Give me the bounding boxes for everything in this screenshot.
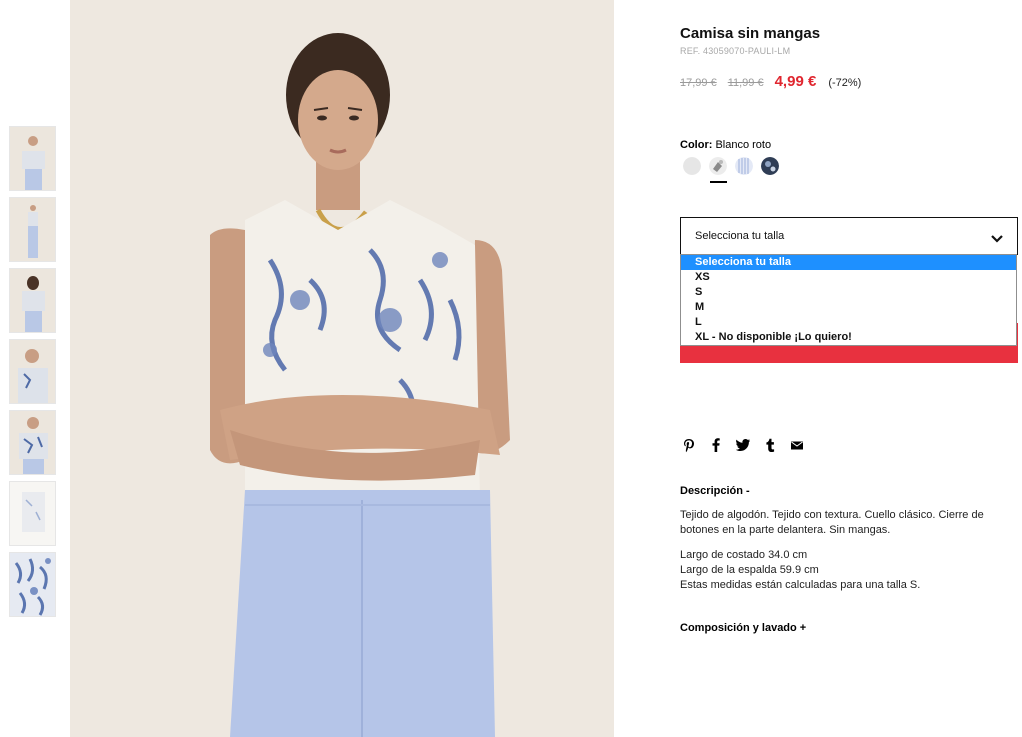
swatch-light-grey[interactable] — [683, 157, 701, 175]
tumblr-icon[interactable] — [762, 437, 778, 453]
size-dropdown-list: Selecciona tu talla XS S M L XL - No dis… — [680, 254, 1017, 346]
previous-price: 11,99 € — [727, 77, 764, 89]
size-select-value: Selecciona tu talla — [695, 230, 785, 242]
email-icon[interactable] — [789, 437, 805, 453]
product-main-image[interactable] — [70, 0, 614, 737]
size-select[interactable]: Selecciona tu talla — [680, 217, 1018, 255]
original-price: 17,99 € — [680, 77, 717, 89]
color-label-row: Color: Blanco roto — [680, 139, 771, 151]
facebook-icon[interactable] — [708, 437, 724, 453]
description-text: Tejido de algodón. Tejido con textura. C… — [680, 509, 984, 536]
thumbnail-6[interactable] — [9, 481, 56, 546]
twitter-icon[interactable] — [735, 437, 751, 453]
measure-back-length: Largo de la espalda 59.9 cm — [680, 564, 819, 576]
chevron-down-icon — [991, 231, 1003, 249]
size-option-xl[interactable]: XL - No disponible ¡Lo quiero! — [681, 330, 1016, 345]
thumbnail-4[interactable] — [9, 339, 56, 404]
color-swatches — [683, 157, 787, 175]
size-option-xs[interactable]: XS — [681, 270, 1016, 285]
thumbnail-3[interactable] — [9, 268, 56, 333]
product-reference: REF. 43059070-PAULI-LM — [680, 46, 791, 56]
swatch-floral-print[interactable] — [709, 157, 727, 175]
swatch-navy-floral[interactable] — [761, 157, 779, 175]
thumbnail-list — [9, 126, 56, 623]
product-title: Camisa sin mangas — [680, 25, 821, 42]
price-row: 17,99 € 11,99 € 4,99 € (-72%) — [680, 73, 861, 90]
composition-toggle[interactable]: Composición y lavado + — [680, 622, 806, 634]
size-option-placeholder[interactable]: Selecciona tu talla — [681, 255, 1016, 270]
swatch-blue-stripe[interactable] — [735, 157, 753, 175]
thumbnail-7[interactable] — [9, 552, 56, 617]
thumbnail-2[interactable] — [9, 197, 56, 262]
size-option-l[interactable]: L — [681, 315, 1016, 330]
measure-side-length: Largo de costado 34.0 cm — [680, 549, 808, 561]
color-value: Blanco roto — [715, 139, 772, 151]
color-label: Color: — [680, 139, 713, 151]
selected-swatch-indicator — [710, 181, 727, 183]
description-toggle[interactable]: Descripción - — [680, 485, 750, 497]
thumbnail-5[interactable] — [9, 410, 56, 475]
size-option-m[interactable]: M — [681, 300, 1016, 315]
measures-list: Largo de costado 34.0 cm Largo de la esp… — [680, 548, 920, 593]
measure-note: Estas medidas están calculadas para una … — [680, 579, 921, 591]
size-option-s[interactable]: S — [681, 285, 1016, 300]
thumbnail-1[interactable] — [9, 126, 56, 191]
sale-price: 4,99 € — [774, 73, 817, 90]
share-icons — [681, 437, 816, 453]
discount-badge: (-72%) — [828, 77, 862, 89]
pinterest-icon[interactable] — [681, 437, 697, 453]
